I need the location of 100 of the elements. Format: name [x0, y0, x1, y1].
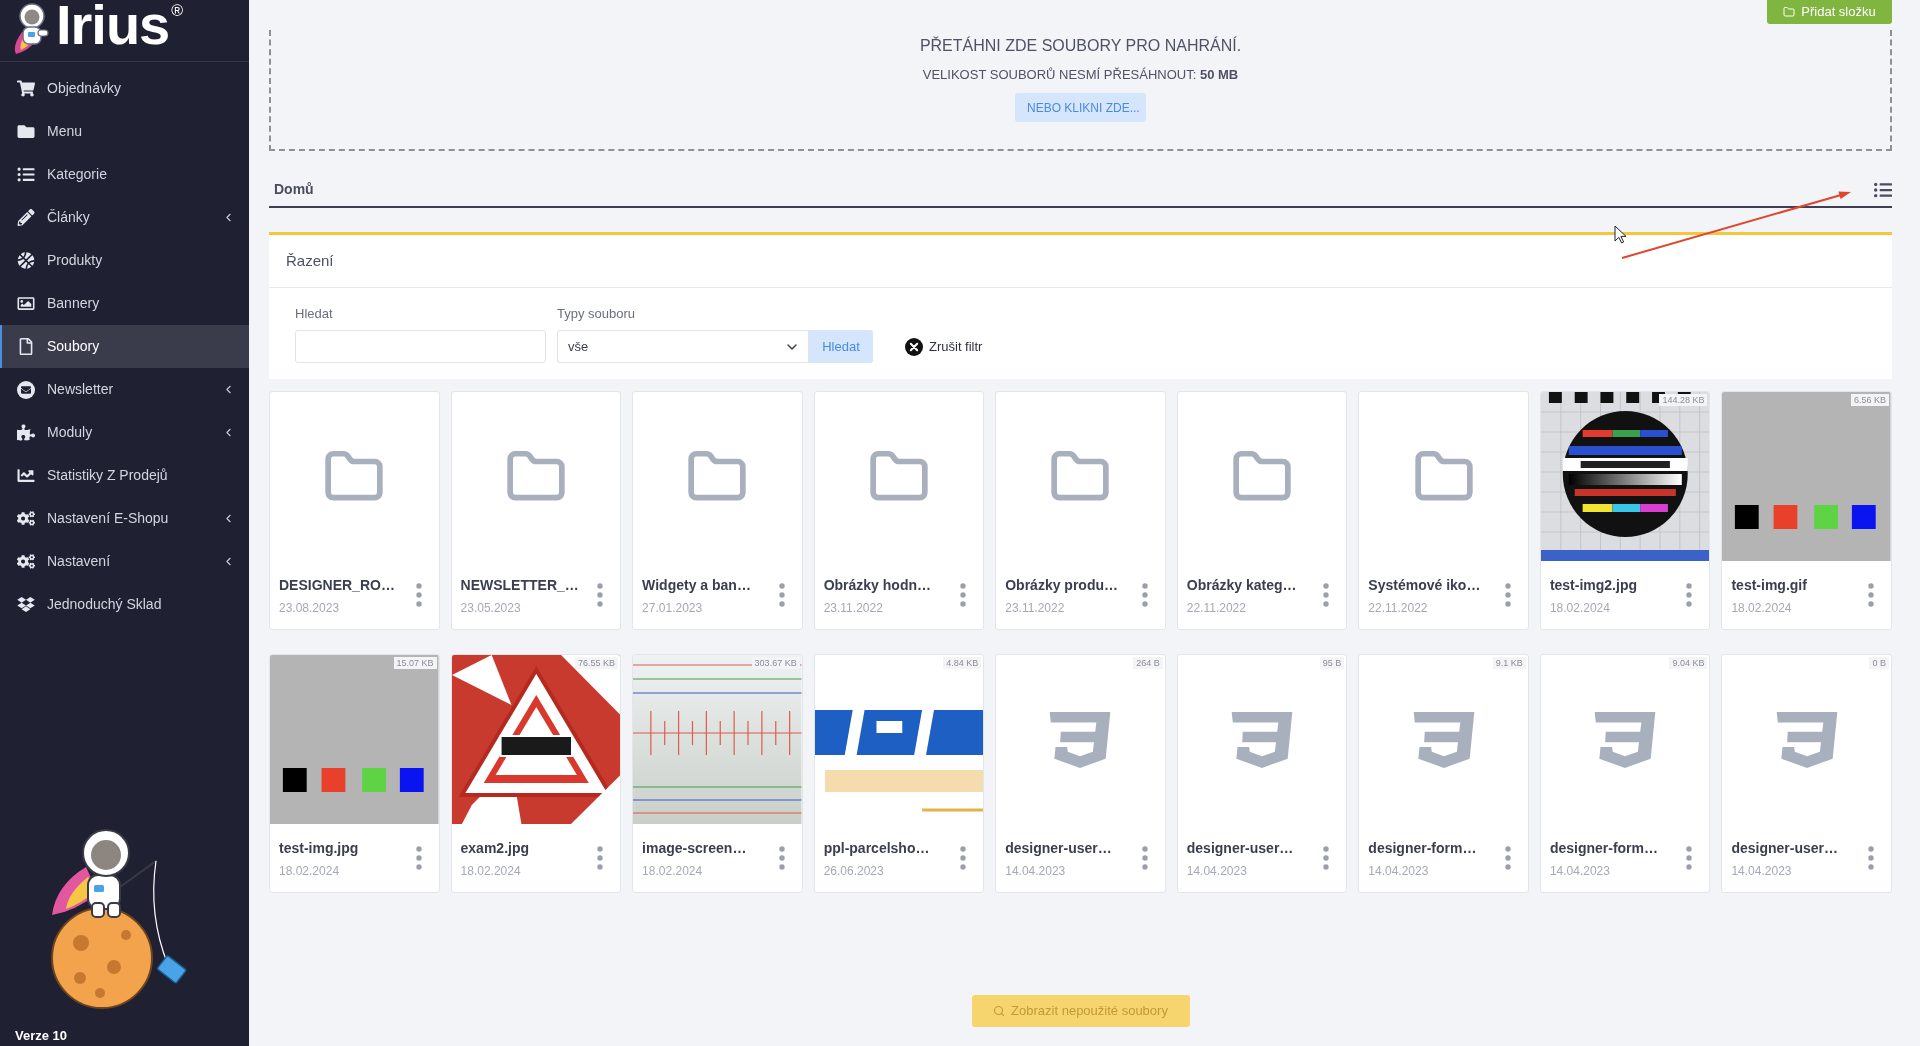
file-card[interactable]: 4.84 KB ppl-parcelsho… 26.06.2023: [813, 654, 985, 893]
more-options-icon[interactable]: [597, 846, 604, 870]
more-options-icon[interactable]: [1686, 846, 1693, 870]
file-date: 22.11.2022: [1186, 600, 1247, 616]
sidebar-item[interactable]: Bannery: [0, 282, 249, 325]
file-date: 23.05.2023: [460, 600, 522, 616]
line-chart-icon: [17, 467, 35, 484]
file-name: designer-form…: [1549, 839, 1658, 858]
more-options-icon[interactable]: [1141, 846, 1148, 870]
file-card[interactable]: 6.56 KB test-img.gif 18.02.2024: [1721, 391, 1892, 630]
file-date: 26.06.2023: [823, 863, 885, 879]
file-type-select[interactable]: vše: [557, 330, 809, 363]
file-size: 0 B: [1869, 657, 1889, 669]
more-options-icon[interactable]: [778, 846, 785, 870]
file-name: designer-user…: [1005, 839, 1112, 858]
sidebar-item[interactable]: Menu: [0, 110, 249, 153]
folder-icon: [1783, 6, 1796, 18]
file-date: 22.11.2022: [1368, 600, 1429, 616]
pencil-icon: [17, 209, 35, 226]
sidebar-item[interactable]: Články: [0, 196, 249, 239]
sidebar-item[interactable]: Soubory: [0, 325, 249, 368]
more-options-icon[interactable]: [1504, 583, 1511, 607]
breadcrumb-item[interactable]: Domů: [274, 179, 314, 200]
file-card[interactable]: Obrázky kateg… 22.11.2022: [1176, 391, 1348, 630]
sidebar-item[interactable]: Statistiky Z Prodejů: [0, 454, 249, 497]
sidebar-item[interactable]: Moduly: [0, 411, 249, 454]
more-options-icon[interactable]: [960, 846, 967, 870]
file-size: 9.1 KB: [1492, 657, 1526, 669]
sidebar-item[interactable]: Nastavení E-Shopu: [0, 497, 249, 540]
more-options-icon[interactable]: [1504, 846, 1511, 870]
file-card[interactable]: 0 B designer-user… 14.04.2023: [1721, 654, 1892, 893]
sidebar-item[interactable]: Kategorie: [0, 153, 249, 196]
file-date: 18.02.2024: [279, 863, 341, 879]
file-name: Obrázky produ…: [1005, 576, 1118, 595]
sidebar-item[interactable]: Newsletter: [0, 368, 249, 411]
field-label: Hledat: [295, 305, 334, 323]
file-card[interactable]: 95 B designer-user… 14.04.2023: [1176, 654, 1348, 893]
file-name: exam2.jpg: [460, 839, 530, 858]
file-date: 27.01.2023: [642, 600, 704, 616]
file-name: Systémové iko…: [1368, 576, 1481, 595]
upload-dropzone[interactable]: PŘETÁHNI ZDE SOUBORY PRO NAHRÁNÍ. VELIKOST SOUBORŮ NESMÍ PŘESÁHNOUT: 50 MB NEBO KLIKNI ZDE...: [269, 30, 1892, 151]
file-date: 18.02.2024: [642, 863, 704, 879]
file-card[interactable]: 303.67 KB image-screen… 18.02.2024: [632, 654, 803, 893]
more-options-icon[interactable]: [597, 583, 604, 607]
sidebar-item[interactable]: Produkty: [0, 239, 249, 282]
file-card[interactable]: DESIGNER_RO… 23.08.2023: [269, 391, 440, 630]
file-date: 23.11.2022: [1005, 600, 1066, 616]
more-options-icon[interactable]: [1323, 583, 1330, 607]
search-field[interactable]: [295, 330, 546, 363]
file-name: Obrázky hodn…: [823, 576, 931, 595]
search-icon: [993, 1005, 1006, 1017]
file-card[interactable]: 9.04 KB designer-form… 14.04.2023: [1539, 654, 1711, 893]
boxes-icon: [17, 596, 35, 613]
sidebar-item[interactable]: Jednoduchý Sklad: [0, 583, 249, 626]
file-date: 14.04.2023: [1186, 863, 1248, 879]
file-date: 18.02.2024: [1731, 600, 1793, 616]
file-card[interactable]: Widgety a ban… 27.01.2023: [632, 391, 803, 630]
file-card[interactable]: 76.55 KB exam2.jpg 18.02.2024: [450, 654, 622, 893]
list-view-icon[interactable]: [1874, 180, 1892, 199]
file-date: 23.08.2023: [279, 600, 341, 616]
file-name: ppl-parcelsho…: [823, 839, 930, 858]
file-size: 9.04 KB: [1669, 657, 1708, 669]
file-card[interactable]: NEWSLETTER_… 23.05.2023: [450, 391, 622, 630]
clear-filter-button[interactable]: Zrušit filtr: [905, 330, 983, 363]
close-icon: [905, 337, 923, 356]
folder-icon: [17, 123, 35, 140]
sidebar-item[interactable]: Objednávky: [0, 67, 249, 110]
more-options-icon[interactable]: [415, 846, 422, 870]
three-icon: [1049, 711, 1112, 768]
more-options-icon[interactable]: [1868, 583, 1874, 607]
file-size: 144.28 KB: [1659, 394, 1708, 406]
file-card[interactable]: Obrázky hodn… 23.11.2022: [813, 391, 985, 630]
image-icon: [17, 295, 35, 312]
field-label: Typy souboru: [557, 305, 637, 323]
more-options-icon[interactable]: [778, 583, 785, 607]
file-card[interactable]: Systémové iko… 22.11.2022: [1358, 391, 1529, 630]
file-date: 14.04.2023: [1549, 863, 1611, 879]
file-name: Obrázky kateg…: [1186, 576, 1297, 595]
file-date: 14.04.2023: [1368, 863, 1430, 879]
more-options-icon[interactable]: [1868, 846, 1874, 870]
file-card[interactable]: 144.28 KB test-img2.jpg 18.02.2024: [1539, 391, 1711, 630]
file-name: designer-user…: [1186, 839, 1294, 858]
registered-mark: ®: [171, 3, 184, 19]
file-date: 14.04.2023: [1005, 863, 1067, 879]
more-options-icon[interactable]: [1323, 846, 1330, 870]
file-date: 18.02.2024: [460, 863, 522, 879]
file-size: 264 B: [1133, 657, 1163, 669]
file-date: 18.02.2024: [1549, 600, 1611, 616]
panel-title: Řazení: [286, 250, 334, 271]
more-options-icon[interactable]: [415, 583, 422, 607]
more-options-icon[interactable]: [1141, 583, 1148, 607]
dropzone-title: PŘETÁHNI ZDE SOUBORY PRO NAHRÁNÍ.: [919, 35, 1242, 56]
file-card[interactable]: 264 B designer-user… 14.04.2023: [995, 654, 1166, 893]
more-options-icon[interactable]: [1686, 583, 1693, 607]
file-name: designer-form…: [1368, 839, 1477, 858]
file-card[interactable]: Obrázky produ… 23.11.2022: [995, 391, 1166, 630]
file-card[interactable]: 9.1 KB designer-form… 14.04.2023: [1358, 654, 1529, 893]
file-card[interactable]: 15.07 KB test-img.jpg 18.02.2024: [269, 654, 440, 893]
sidebar-item[interactable]: Nastavení: [0, 540, 249, 583]
more-options-icon[interactable]: [960, 583, 967, 607]
